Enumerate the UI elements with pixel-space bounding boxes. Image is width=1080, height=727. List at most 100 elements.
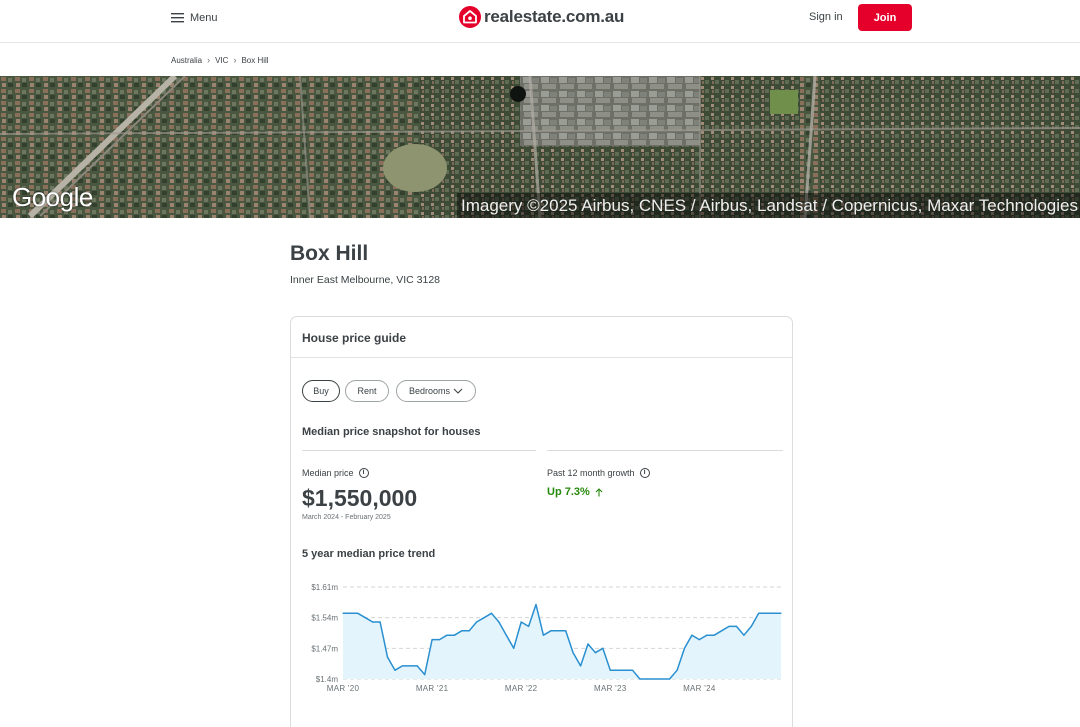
data-point (357, 612, 359, 614)
data-point (386, 656, 389, 658)
menu-label: Menu (190, 12, 218, 24)
breadcrumb-australia[interactable]: Australia (171, 56, 202, 65)
data-point (683, 647, 686, 649)
bedrooms-label: Bedrooms (408, 386, 451, 396)
data-point (409, 665, 411, 667)
data-point (438, 639, 441, 641)
hamburger-icon (171, 13, 184, 23)
satellite-map[interactable]: Google Imagery ©2025 Airbus, CNES / Airb… (0, 76, 1080, 218)
y-tick-label: $1.47m (311, 644, 338, 653)
x-tick-label: MAR '20 (327, 684, 360, 693)
menu-button[interactable]: Menu (171, 10, 218, 26)
data-point (661, 678, 663, 680)
price-trend-svg: $1.61m $1.54m $1.47m $1.4mMAR '20 MAR '21 MAR… (311, 583, 782, 693)
breadcrumb: Australia › VIC › Box Hill (171, 55, 269, 65)
tab-buy[interactable]: Buy (302, 380, 340, 402)
breadcrumb-current: Box Hill (241, 55, 269, 65)
bedrooms-dropdown[interactable]: Bedrooms (396, 380, 476, 402)
x-tick-label: MAR '23 (594, 684, 627, 693)
x-tick-label: MAR '24 (683, 684, 716, 693)
data-point (609, 669, 611, 671)
data-point (654, 678, 656, 680)
data-point (401, 665, 403, 667)
data-point (721, 630, 723, 632)
data-point (565, 630, 567, 632)
median-price-label-row: Median price i (302, 468, 369, 478)
data-point (505, 634, 507, 636)
median-price-value: $1,550,000 (302, 485, 418, 511)
join-button[interactable]: Join (858, 4, 912, 31)
data-point (557, 630, 559, 632)
data-point (476, 621, 478, 623)
price-area (343, 604, 781, 679)
card-title: House price guide (302, 331, 407, 345)
x-tick-label: MAR '22 (505, 684, 538, 693)
data-point (364, 617, 366, 619)
growth-value: Up 7.3% (547, 486, 590, 498)
imagery-attribution: Imagery ©2025 Airbus, CNES / Airbus, Lan… (457, 193, 1080, 218)
data-point (498, 621, 500, 623)
data-point (535, 603, 537, 606)
data-point (780, 612, 782, 614)
breadcrumb-vic[interactable]: VIC (215, 56, 228, 65)
data-point (349, 612, 351, 614)
data-point (528, 625, 530, 627)
data-point (572, 652, 574, 654)
site-header: Menu realestate.com.au Sign in Join (0, 0, 1080, 43)
divider (302, 450, 536, 451)
data-point (550, 630, 552, 632)
house-logo-icon (459, 6, 481, 28)
y-tick-label: $1.54m (311, 614, 338, 623)
data-point (446, 634, 448, 636)
data-point (394, 669, 396, 671)
data-point (468, 630, 470, 632)
median-price-label: Median price (302, 468, 354, 478)
chevron-right-icon: › (233, 55, 237, 65)
data-point (594, 652, 596, 654)
data-point (542, 634, 544, 636)
data-point (342, 612, 344, 614)
median-price-period: March 2024 - February 2025 (302, 514, 391, 521)
logo-text: realestate.com.au (484, 7, 625, 26)
suburb-location: Inner East Melbourne, VIC 3128 (290, 274, 441, 286)
arrow-up-icon (595, 487, 603, 496)
house-price-guide-card: House price guide Buy Rent Bedrooms Medi… (290, 316, 793, 727)
data-point (669, 678, 671, 680)
chevron-right-icon: › (207, 55, 211, 65)
data-point (765, 612, 767, 614)
chevron-down-icon (453, 388, 463, 394)
data-point (483, 617, 485, 619)
data-point (728, 625, 730, 627)
data-point (424, 674, 426, 676)
data-point (698, 639, 700, 641)
data-point (743, 634, 745, 636)
info-icon[interactable]: i (358, 468, 369, 478)
data-point (624, 669, 626, 671)
site-logo[interactable]: realestate.com.au (459, 5, 624, 29)
data-point (416, 665, 418, 667)
data-point (431, 639, 433, 641)
trend-title: 5 year median price trend (302, 548, 436, 560)
data-point (631, 669, 634, 671)
tab-rent[interactable]: Rent (345, 380, 389, 402)
data-point (580, 665, 582, 667)
data-point (735, 625, 738, 627)
data-point (639, 678, 641, 680)
data-point (372, 621, 374, 623)
price-trend-chart: $1.61m $1.54m $1.47m $1.4m MAR '20 MAR '21 MAR… (291, 579, 792, 699)
info-icon[interactable]: i (639, 468, 650, 478)
data-point (773, 612, 775, 614)
data-point (379, 621, 381, 623)
data-point (602, 647, 604, 649)
data-point (691, 634, 693, 636)
sign-in-link[interactable]: Sign in (809, 11, 843, 23)
data-point (646, 678, 648, 680)
data-point (706, 634, 708, 636)
snapshot-title: Median price snapshot for houses (302, 426, 481, 438)
google-watermark: Google (12, 182, 93, 212)
data-point (513, 647, 515, 649)
card-header: House price guide (291, 317, 792, 358)
data-point (750, 625, 752, 627)
data-point (453, 634, 455, 636)
x-tick-label: MAR '21 (416, 684, 449, 693)
